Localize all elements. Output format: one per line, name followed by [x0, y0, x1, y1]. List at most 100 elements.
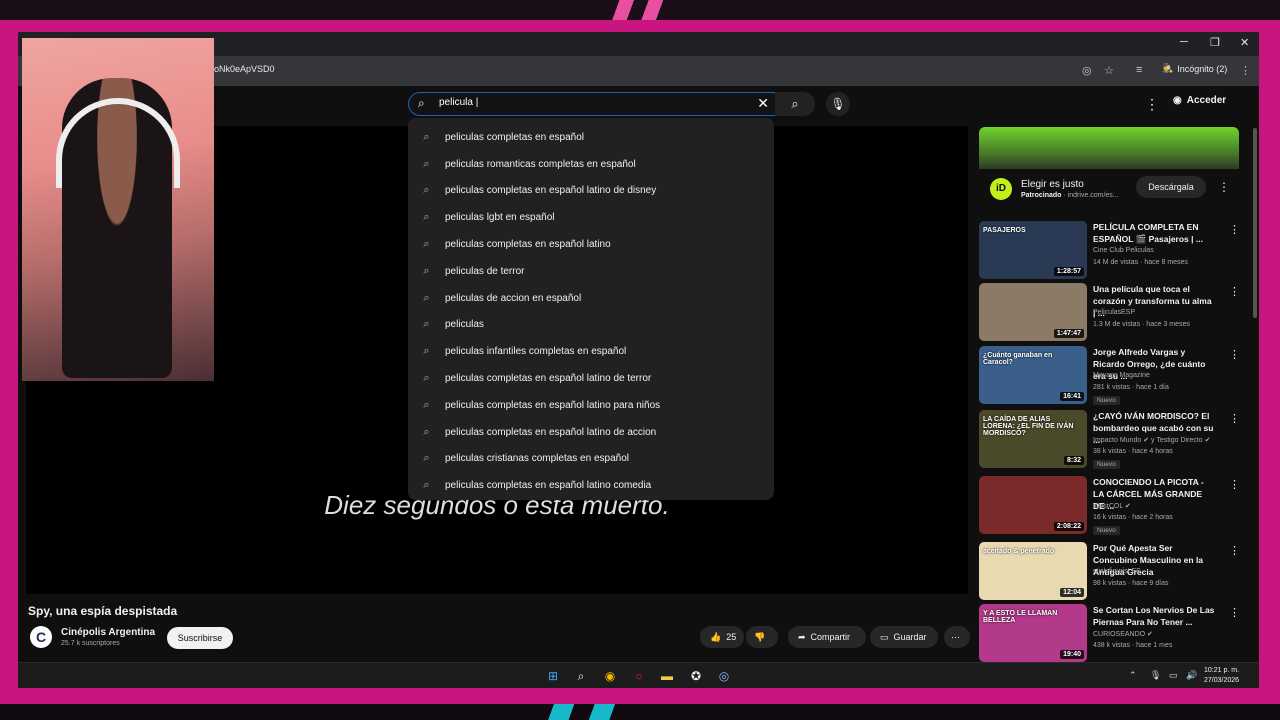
suggestion-item[interactable]: ⌕ peliculas de terror	[408, 258, 774, 285]
suggestion-item[interactable]: ⌕ peliculas completas en español latino d…	[408, 178, 774, 205]
dislike-button[interactable]: 👎	[746, 626, 778, 648]
recommendation-menu-icon[interactable]: ⋮	[1229, 478, 1240, 491]
share-button[interactable]: ➦ Compartir	[788, 626, 866, 648]
ad-banner[interactable]	[979, 127, 1239, 169]
more-icon: ⋯	[951, 631, 960, 642]
eye-off-icon[interactable]: ◎	[1082, 64, 1092, 77]
recommendation-item[interactable]: aceitado & penetrado 12:04 Por Qué Apesta …	[979, 542, 1241, 602]
recommendation-menu-icon[interactable]: ⋮	[1229, 285, 1240, 298]
video-thumbnail[interactable]: 1:47:47	[979, 283, 1087, 341]
recommendation-item[interactable]: PASAJEROS 1:28:57 PELÍCULA COMPLETA EN ESP…	[979, 221, 1241, 281]
tray-chevron-icon[interactable]: ⌃	[1129, 670, 1137, 681]
search-icon: ⌕	[791, 96, 799, 111]
like-button[interactable]: 👍 25	[700, 626, 744, 648]
video-duration: 1:28:57	[1053, 267, 1084, 276]
file-explorer-icon[interactable]: ▬	[659, 668, 675, 684]
recommendation-item[interactable]: LA CAÍDA DE ALIAS LORENA: ¿EL FIN DE IVÁ…	[979, 410, 1241, 470]
video-duration: 16:41	[1060, 392, 1084, 401]
mic-tray-icon[interactable]: 🎙	[1150, 670, 1161, 681]
save-button[interactable]: ▭ Guardar	[870, 626, 938, 648]
incognito-indicator[interactable]: 🕵 Incógnito (2)	[1162, 63, 1227, 74]
video-duration: 12:04	[1060, 588, 1084, 597]
app-icon-2[interactable]: ◎	[716, 668, 732, 684]
recommendation-title[interactable]: PELÍCULA COMPLETA EN ESPAÑOL 🎬 Pasajeros…	[1093, 221, 1215, 245]
browser-menu-icon[interactable]: ⋮	[1240, 64, 1251, 77]
opera-icon[interactable]: ○	[631, 668, 647, 684]
recommendation-channel[interactable]: stick figurist ES	[1093, 568, 1141, 575]
suggestion-text: peliculas completas en español latino de…	[445, 426, 657, 438]
windows-start-icon[interactable]: ⊞	[545, 668, 561, 684]
suggestion-item[interactable]: ⌕ peliculas completas en español latino	[408, 231, 774, 258]
channel-avatar[interactable]: C	[30, 626, 52, 648]
star-icon[interactable]: ☆	[1104, 64, 1114, 77]
clear-search-icon[interactable]: ✕	[757, 95, 769, 112]
new-badge: Nuevo	[1093, 460, 1120, 469]
suggestion-item[interactable]: ⌕ peliculas romanticas completas en españ…	[408, 151, 774, 178]
suggestion-item[interactable]: ⌕ peliculas de accion en español	[408, 285, 774, 312]
suggestion-item[interactable]: ⌕ peliculas completas en español latino c…	[408, 472, 774, 499]
restore-icon[interactable]: ❐	[1210, 36, 1220, 49]
video-title: Spy, una espía despistada	[28, 604, 178, 618]
suggestion-item[interactable]: ⌕ peliculas cristianas completas en españ…	[408, 446, 774, 473]
account-icon: ◉	[1173, 95, 1182, 106]
scrollbar[interactable]	[1253, 128, 1257, 318]
subscribe-button[interactable]: Suscribirse	[167, 627, 233, 649]
url-text[interactable]: oNk0eApVSD0	[214, 64, 275, 74]
signin-button[interactable]: ◉ Acceder	[1173, 95, 1226, 106]
chrome-icon[interactable]: ◉	[602, 668, 618, 684]
settings-menu-icon[interactable]: ⋮	[1145, 96, 1159, 113]
recommendation-menu-icon[interactable]: ⋮	[1229, 606, 1240, 619]
recommendation-item[interactable]: 1:47:47 Una película que toca el corazón …	[979, 283, 1241, 343]
suggestion-item[interactable]: ⌕ peliculas completas en español latino d…	[408, 419, 774, 446]
media-queue-icon[interactable]: ≡	[1136, 64, 1142, 76]
suggestion-item[interactable]: ⌕ peliculas lgbt en español	[408, 204, 774, 231]
video-thumbnail[interactable]: ¿Cuánto ganaban en Caracol? 16:41	[979, 346, 1087, 404]
incognito-icon: 🕵	[1162, 63, 1174, 73]
recommendation-item[interactable]: 2:08:22 CONOCIENDO LA PICOTA - LA CÁRCEL …	[979, 476, 1241, 536]
recommendation-channel[interactable]: Mayans Magazine	[1093, 372, 1150, 379]
taskbar-search-icon[interactable]: ⌕	[573, 668, 589, 684]
suggestion-item[interactable]: ⌕ peliculas	[408, 312, 774, 339]
ad-menu-icon[interactable]: ⋮	[1218, 180, 1230, 194]
recommendation-meta: 16 k vistas · hace 2 horas	[1093, 514, 1173, 521]
recommendation-title[interactable]: Se Cortan Los Nervios De Las Piernas Par…	[1093, 604, 1215, 628]
recommendation-channel[interactable]: PeliculasESP	[1093, 309, 1135, 316]
suggestion-item[interactable]: ⌕ peliculas completas en español	[408, 124, 774, 151]
channel-name[interactable]: Cinépolis Argentina	[61, 627, 155, 638]
suggestion-item[interactable]: ⌕ peliculas completas en español latino d…	[408, 365, 774, 392]
video-thumbnail[interactable]: LA CAÍDA DE ALIAS LORENA: ¿EL FIN DE IVÁ…	[979, 410, 1087, 468]
recommendation-channel[interactable]: Cine Club Peliculas	[1093, 247, 1154, 254]
recommendation-menu-icon[interactable]: ⋮	[1229, 223, 1240, 236]
suggestion-item[interactable]: ⌕ peliculas infantiles completas en españ…	[408, 338, 774, 365]
recommendation-item[interactable]: ¿Cuánto ganaban en Caracol? 16:41 Jorge Al…	[979, 346, 1241, 406]
recommendation-item[interactable]: Y A ESTO LE LLAMAN BELLEZA 19:40 Se Cortan…	[979, 604, 1241, 664]
search-button[interactable]: ⌕	[775, 92, 815, 116]
network-icon[interactable]: ▭	[1169, 670, 1178, 681]
voice-search-button[interactable]: 🎙	[826, 92, 850, 116]
video-thumbnail[interactable]: 2:08:22	[979, 476, 1087, 534]
suggestion-item[interactable]: ⌕ peliculas completas en español latino p…	[408, 392, 774, 419]
search-input[interactable]	[437, 96, 741, 109]
ad-download-button[interactable]: Descárgala	[1136, 176, 1206, 198]
recommendation-menu-icon[interactable]: ⋮	[1229, 348, 1240, 361]
video-thumbnail[interactable]: Y A ESTO LE LLAMAN BELLEZA 19:40	[979, 604, 1087, 662]
ad-title[interactable]: Elegir es justo	[1021, 179, 1084, 190]
more-actions-button[interactable]: ⋯	[944, 626, 970, 648]
like-count: 25	[726, 632, 737, 642]
app-icon[interactable]: ✪	[688, 668, 704, 684]
minimize-icon[interactable]: ─	[1180, 36, 1188, 48]
recommendation-menu-icon[interactable]: ⋮	[1229, 412, 1240, 425]
volume-icon[interactable]: 🔊	[1186, 670, 1197, 681]
recommendation-menu-icon[interactable]: ⋮	[1229, 544, 1240, 557]
close-window-icon[interactable]: ✕	[1240, 36, 1249, 49]
recommendation-channel[interactable]: WestCOL ✔	[1093, 502, 1131, 510]
video-thumbnail[interactable]: aceitado & penetrado 12:04	[979, 542, 1087, 600]
taskbar-clock[interactable]: 10:21 p. m. 27/03/2026	[1204, 666, 1239, 686]
recommendation-channel[interactable]: CURIOSEANDO ✔	[1093, 630, 1153, 638]
new-badge: Nuevo	[1093, 396, 1120, 405]
recommendation-channel[interactable]: Impacto Mundo ✔ y Testigo Directo ✔	[1093, 436, 1210, 444]
search-icon: ⌕	[423, 345, 430, 358]
decor-stripe	[520, 704, 650, 720]
recommendation-meta: 38 k vistas · hace 4 horas	[1093, 448, 1173, 455]
video-thumbnail[interactable]: PASAJEROS 1:28:57	[979, 221, 1087, 279]
